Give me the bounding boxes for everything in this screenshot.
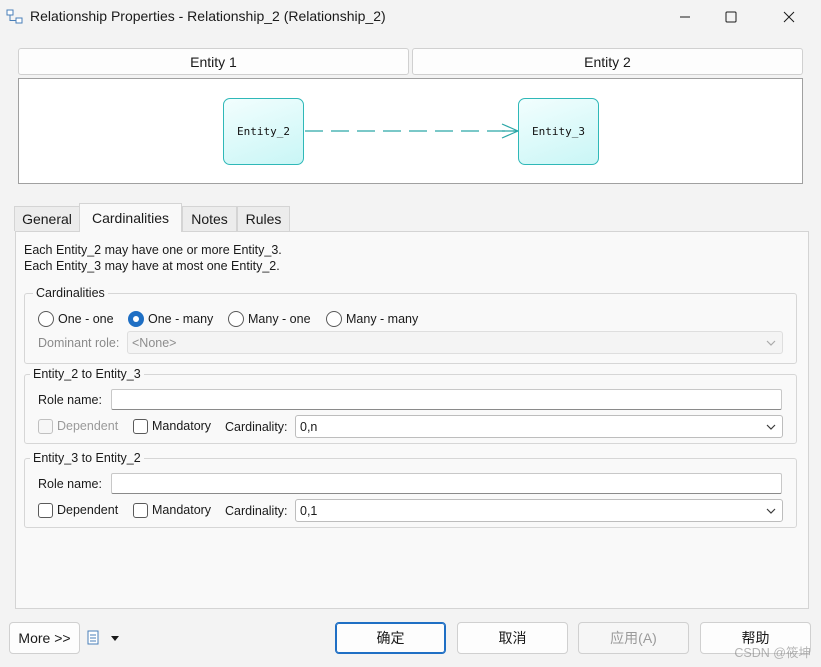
minimize-icon bbox=[680, 16, 690, 18]
description-line-1: Each Entity_2 may have one or more Entit… bbox=[24, 243, 282, 257]
maximize-icon bbox=[725, 11, 737, 23]
role2-role-name-label: Role name: bbox=[38, 477, 102, 491]
role1-cardinality-label: Cardinality: bbox=[225, 420, 288, 434]
role2-cardinality-value: 0,1 bbox=[300, 503, 318, 518]
role2-role-name-input[interactable] bbox=[111, 473, 782, 494]
chevron-down-icon bbox=[766, 340, 776, 346]
role2-dependent-label: Dependent bbox=[57, 503, 119, 517]
role1-role-name-label: Role name: bbox=[38, 393, 102, 407]
dominant-role-value: <None> bbox=[132, 335, 177, 350]
entity1-button[interactable]: Entity 1 bbox=[18, 48, 409, 75]
checkbox-icon bbox=[38, 502, 53, 518]
radio-selected-icon bbox=[128, 311, 144, 327]
role2-mandatory-label: Mandatory bbox=[152, 503, 212, 517]
radio-button-icon bbox=[326, 311, 342, 327]
diagram-entity-right[interactable]: Entity_3 bbox=[518, 98, 599, 165]
role1-legend: Entity_2 to Entity_3 bbox=[30, 367, 144, 381]
relationship-app-icon bbox=[6, 9, 24, 25]
crowfoot-many-marker bbox=[501, 123, 519, 139]
tab-rules[interactable]: Rules bbox=[237, 206, 290, 231]
role2-cardinality-label: Cardinality: bbox=[225, 504, 288, 518]
role1-mandatory-label: Mandatory bbox=[152, 419, 212, 433]
property-sheet-menu-button[interactable] bbox=[86, 629, 122, 647]
radio-one-one[interactable]: One - one bbox=[38, 310, 114, 328]
close-icon bbox=[783, 11, 795, 23]
document-list-icon bbox=[87, 630, 99, 645]
tab-notes[interactable]: Notes bbox=[182, 206, 237, 231]
radio-one-one-label: One - one bbox=[58, 312, 114, 326]
role1-cardinality-value: 0,n bbox=[300, 419, 318, 434]
window-title: Relationship Properties - Relationship_2… bbox=[30, 8, 386, 24]
relationship-line bbox=[305, 123, 519, 139]
role1-mandatory-checkbox[interactable]: Mandatory bbox=[133, 417, 211, 435]
close-button[interactable] bbox=[766, 0, 812, 34]
radio-button-icon bbox=[38, 311, 54, 327]
role1-dependent-checkbox[interactable]: Dependent bbox=[38, 417, 118, 435]
relationship-diagram: Entity_2 Entity_3 bbox=[18, 78, 803, 184]
apply-button[interactable]: 应用(A) bbox=[578, 622, 689, 654]
ok-button[interactable]: 确定 bbox=[335, 622, 446, 654]
checkbox-icon bbox=[133, 418, 148, 434]
dominant-role-select[interactable]: <None> bbox=[127, 331, 783, 354]
watermark-text: CSDN @筱坤 bbox=[734, 646, 811, 660]
dropdown-arrow-icon bbox=[111, 636, 119, 641]
description-line-2: Each Entity_3 may have at most one Entit… bbox=[24, 259, 280, 273]
cancel-button[interactable]: 取消 bbox=[457, 622, 568, 654]
maximize-button[interactable] bbox=[708, 0, 754, 34]
radio-many-one[interactable]: Many - one bbox=[228, 310, 311, 328]
role2-legend: Entity_3 to Entity_2 bbox=[30, 451, 144, 465]
diagram-entity-left[interactable]: Entity_2 bbox=[223, 98, 304, 165]
role1-cardinality-select[interactable]: 0,n bbox=[295, 415, 783, 438]
chevron-down-icon bbox=[766, 424, 776, 430]
role2-mandatory-checkbox[interactable]: Mandatory bbox=[133, 501, 211, 519]
checkbox-icon bbox=[133, 502, 148, 518]
entity2-button[interactable]: Entity 2 bbox=[412, 48, 803, 75]
role2-cardinality-select[interactable]: 0,1 bbox=[295, 499, 783, 522]
more-button[interactable]: More >> bbox=[9, 622, 80, 654]
tab-general[interactable]: General bbox=[14, 206, 80, 231]
radio-many-one-label: Many - one bbox=[248, 312, 311, 326]
radio-button-icon bbox=[228, 311, 244, 327]
radio-one-many[interactable]: One - many bbox=[128, 310, 213, 328]
tab-cardinalities[interactable]: Cardinalities bbox=[79, 203, 182, 232]
role1-dependent-label: Dependent bbox=[57, 419, 119, 433]
checkbox-icon bbox=[38, 418, 53, 434]
radio-many-many-label: Many - many bbox=[346, 312, 419, 326]
cardinalities-legend: Cardinalities bbox=[33, 286, 108, 300]
radio-one-many-label: One - many bbox=[148, 312, 214, 326]
role2-dependent-checkbox[interactable]: Dependent bbox=[38, 501, 118, 519]
dominant-role-label: Dominant role: bbox=[38, 336, 120, 350]
radio-many-many[interactable]: Many - many bbox=[326, 310, 418, 328]
role1-role-name-input[interactable] bbox=[111, 389, 782, 410]
minimize-button[interactable] bbox=[662, 0, 708, 34]
chevron-down-icon bbox=[766, 508, 776, 514]
